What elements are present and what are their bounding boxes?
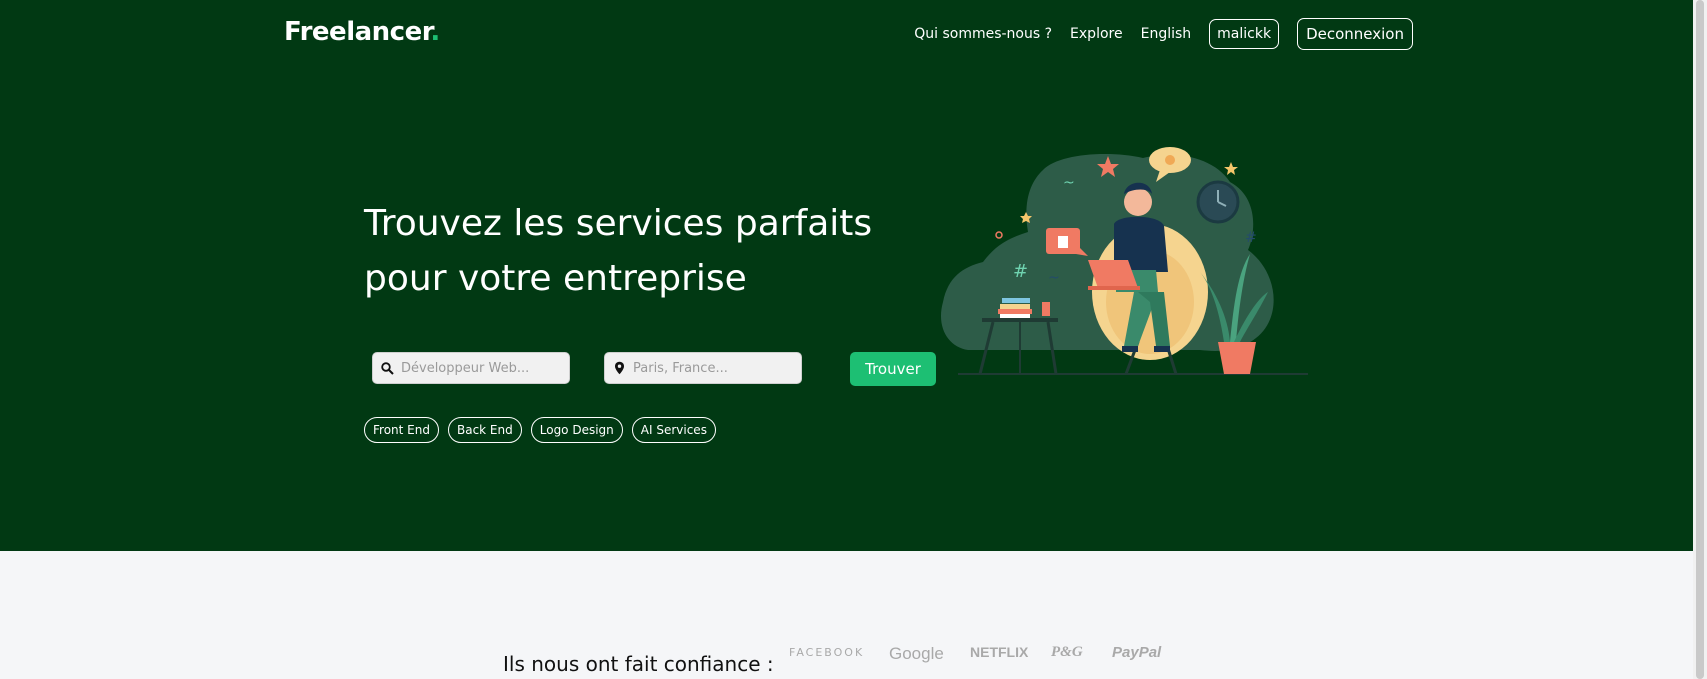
brand-netflix: NETFLIX <box>970 644 1029 660</box>
service-search-input[interactable] <box>401 360 561 376</box>
hero-section: Freelancer. Qui sommes-nous ? Explore En… <box>0 0 1707 551</box>
service-search-field[interactable] <box>372 352 570 384</box>
tag-front-end[interactable]: Front End <box>364 417 439 443</box>
popular-tags: Front End Back End Logo Design AI Servic… <box>364 417 716 443</box>
svg-text:#: # <box>1245 230 1257 246</box>
search-icon <box>379 360 395 376</box>
brand-paypal: PayPal <box>1112 644 1162 661</box>
logout-button[interactable]: Deconnexion <box>1297 18 1413 50</box>
find-button[interactable]: Trouver <box>850 352 936 386</box>
hero-headline: Trouvez les services parfaits pour votre… <box>364 196 872 306</box>
brand-facebook: FACEBOOK <box>789 646 865 659</box>
hero-illustration: ~ # # ~ <box>940 147 1308 375</box>
top-nav: Qui sommes-nous ? Explore English malick… <box>914 18 1413 50</box>
logo[interactable]: Freelancer. <box>284 17 440 47</box>
logo-text: Freelancer <box>284 17 431 47</box>
nav-explore-link[interactable]: Explore <box>1070 26 1123 42</box>
location-search-input[interactable] <box>633 360 793 376</box>
trust-label: Ils nous ont fait confiance : <box>503 652 774 676</box>
svg-text:~: ~ <box>1048 270 1060 286</box>
tag-back-end[interactable]: Back End <box>447 417 522 443</box>
headline-line-1: Trouvez les services parfaits <box>364 203 873 244</box>
page-scrollbar[interactable] <box>1693 0 1707 679</box>
svg-text:~: ~ <box>1063 175 1075 191</box>
nav-about-link[interactable]: Qui sommes-nous ? <box>914 26 1052 42</box>
tag-logo-design[interactable]: Logo Design <box>530 417 623 443</box>
location-search-field[interactable] <box>604 352 802 384</box>
headline-line-2: pour votre entreprise <box>364 258 747 299</box>
location-pin-icon <box>611 360 627 376</box>
scrollbar-thumb[interactable] <box>1696 0 1704 679</box>
brand-pg: P&G <box>1051 644 1083 660</box>
logo-dot: . <box>430 17 440 47</box>
nav-language-link[interactable]: English <box>1141 26 1192 42</box>
tag-ai-services[interactable]: AI Services <box>631 417 716 443</box>
user-profile-button[interactable]: malickk <box>1209 19 1280 49</box>
brand-google: Google <box>889 644 944 663</box>
svg-text:#: # <box>1013 261 1028 282</box>
